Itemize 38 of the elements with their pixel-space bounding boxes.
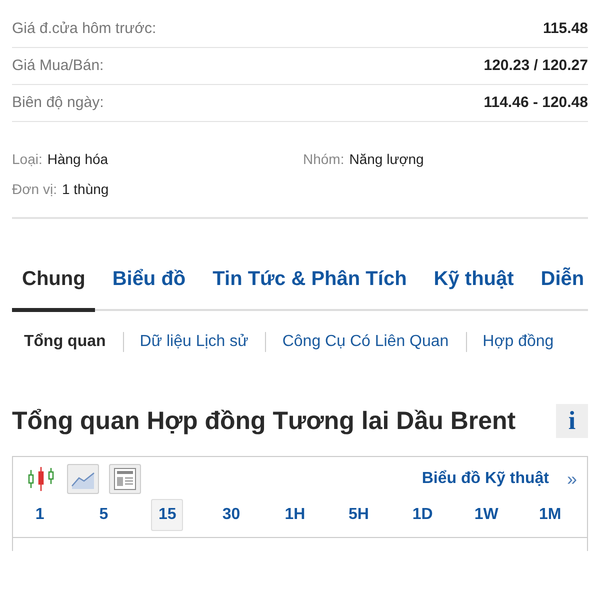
subnav-link[interactable]: Hợp đồng <box>466 332 571 352</box>
subnav-link[interactable]: Công Cụ Có Liên Quan <box>265 332 466 352</box>
tab[interactable]: Chung <box>12 267 96 312</box>
field-value: 114.46 - 120.48 <box>484 92 588 113</box>
tab[interactable]: Diễn <box>530 267 594 312</box>
section-title: Tổng quan Hợp đồng Tương lai Dầu Brent <box>12 406 516 437</box>
detail-value: Năng lượng <box>349 150 424 169</box>
timeframe-button[interactable]: 5H <box>342 499 375 531</box>
timeframe-button[interactable]: 1D <box>406 499 439 531</box>
line-chart-button[interactable] <box>67 464 99 494</box>
timeframe-button[interactable]: 1 <box>24 499 56 531</box>
info-button[interactable]: i <box>556 404 588 438</box>
timeframe-button[interactable]: 1W <box>470 499 502 531</box>
subnav-link[interactable]: Tổng quan <box>12 332 123 352</box>
table-view-button[interactable] <box>109 464 141 494</box>
technical-chart-link[interactable]: Biểu đồ Kỹ thuật <box>422 467 549 491</box>
field-value: 120.23 / 120.27 <box>484 56 588 76</box>
field-label: Giá đ.cửa hôm trước: <box>12 18 156 39</box>
detail-label: Đơn vị: <box>12 180 57 198</box>
subnav-link[interactable]: Dữ liệu Lịch sử <box>122 332 266 352</box>
timeframe-button[interactable]: 15 <box>151 499 184 531</box>
timeframe-button[interactable]: 30 <box>215 499 248 531</box>
tab[interactable]: Biểu đồ <box>102 267 196 312</box>
tab[interactable]: Tin Tức & Phân Tích <box>202 267 417 312</box>
field-label: Biên độ ngày: <box>12 92 104 113</box>
detail-label: Nhóm: <box>303 150 344 168</box>
detail-value: 1 thùng <box>62 180 109 199</box>
timeframe-button[interactable]: 1M <box>534 499 566 531</box>
detail-label: Loại: <box>12 150 42 168</box>
field-label: Giá Mua/Bán: <box>12 56 104 76</box>
tab[interactable]: Kỹ thuật <box>424 267 524 312</box>
candlestick-chart-icon[interactable] <box>28 466 54 492</box>
more-arrow[interactable]: » <box>566 469 577 489</box>
detail-value: Hàng hóa <box>47 150 108 169</box>
layout-icon <box>114 468 136 490</box>
timeframe-button[interactable]: 1H <box>278 499 311 531</box>
field-value: 115.48 <box>542 18 588 39</box>
timeframe-button[interactable]: 5 <box>88 499 120 531</box>
